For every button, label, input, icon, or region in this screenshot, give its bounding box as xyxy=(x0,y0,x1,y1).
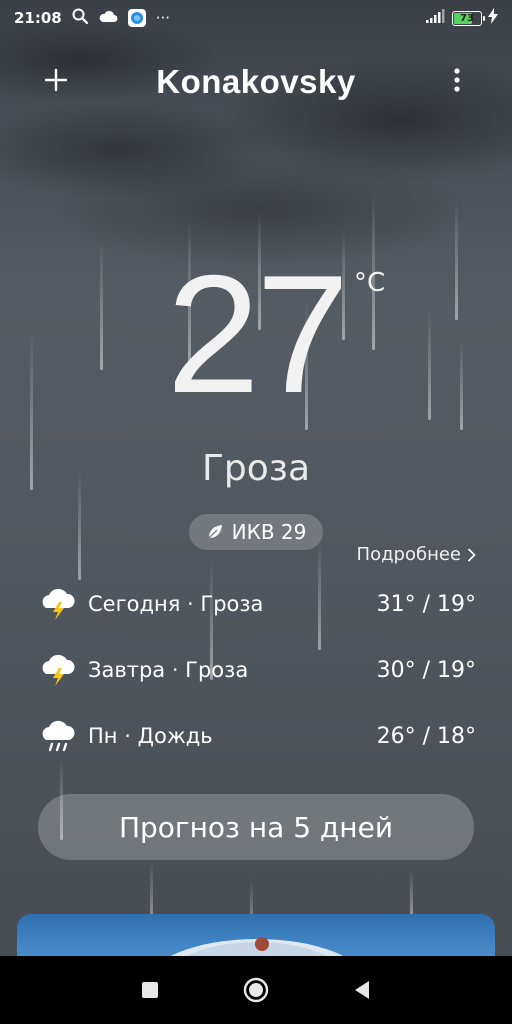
forecast-low: 18° xyxy=(437,723,476,749)
chevron-right-icon xyxy=(467,547,476,562)
details-link[interactable]: Подробнее xyxy=(357,544,476,565)
cloud-icon xyxy=(98,9,118,27)
five-day-forecast-button[interactable]: Прогноз на 5 дней xyxy=(38,794,474,860)
forecast-day: Сегодня xyxy=(88,592,181,616)
more-notifications-icon: ··· xyxy=(155,9,171,27)
forecast-low: 19° xyxy=(437,591,476,617)
forecast-day: Пн xyxy=(88,724,118,748)
forecast-temps: 31° / 19° xyxy=(376,591,476,617)
charging-bolt-icon xyxy=(488,8,498,28)
city-name: Konakovsky xyxy=(156,63,356,100)
thunderstorm-icon xyxy=(42,588,75,620)
rain-cloud-icon xyxy=(42,720,75,752)
more-vertical-icon xyxy=(454,68,460,92)
circle-icon xyxy=(243,977,269,1003)
aqi-label: ИКВ 29 xyxy=(231,520,307,544)
current-temperature-block: 27 °C xyxy=(0,250,512,418)
forecast-temps: 26° / 18° xyxy=(376,723,476,749)
current-condition: Гроза xyxy=(201,448,311,489)
details-link-label: Подробнее xyxy=(356,544,461,565)
thunderstorm-icon xyxy=(42,654,75,686)
forecast-temps: 30° / 19° xyxy=(376,657,476,683)
air-quality-badge[interactable]: ИКВ 29 xyxy=(189,514,323,550)
forecast-condition: Гроза xyxy=(200,592,264,616)
signal-icon xyxy=(426,9,446,27)
forecast-condition: Дождь xyxy=(137,724,213,748)
forecast-row-monday[interactable]: Пн · Дождь 26° / 18° xyxy=(38,716,476,756)
plus-icon xyxy=(44,68,68,92)
forecast-high: 30° xyxy=(376,657,416,683)
status-time: 21:08 xyxy=(14,9,62,27)
battery-level-text: 73 xyxy=(460,12,474,24)
current-temperature: 27 xyxy=(166,240,350,428)
back-button[interactable] xyxy=(348,976,376,1004)
forecast-row-tomorrow[interactable]: Завтра · Гроза 30° / 19° xyxy=(38,650,476,690)
recents-button[interactable] xyxy=(136,976,164,1004)
forecast-high: 31° xyxy=(376,591,416,617)
temperature-unit: °C xyxy=(354,268,386,298)
forecast-high: 26° xyxy=(376,723,416,749)
forecast-day: Завтра xyxy=(88,658,166,682)
forecast-condition: Гроза xyxy=(185,658,249,682)
search-icon xyxy=(72,8,88,28)
globe-image xyxy=(170,937,344,956)
app-notification-icon xyxy=(127,9,146,27)
top-bar: Konakovsky xyxy=(0,52,512,112)
status-bar: 21:08 ··· 73 xyxy=(0,0,512,36)
home-button[interactable] xyxy=(242,976,270,1004)
system-navigation-bar xyxy=(0,956,512,1024)
square-icon xyxy=(142,982,158,998)
more-options-button[interactable] xyxy=(442,62,472,98)
weather-map-card[interactable] xyxy=(17,914,495,956)
leaf-icon xyxy=(208,525,222,539)
forecast-row-today[interactable]: Сегодня · Гроза 31° / 19° xyxy=(38,584,476,624)
add-location-button[interactable] xyxy=(38,62,74,98)
triangle-back-icon xyxy=(355,981,369,999)
forecast-low: 19° xyxy=(437,657,476,683)
battery-indicator: 73 xyxy=(452,10,485,26)
